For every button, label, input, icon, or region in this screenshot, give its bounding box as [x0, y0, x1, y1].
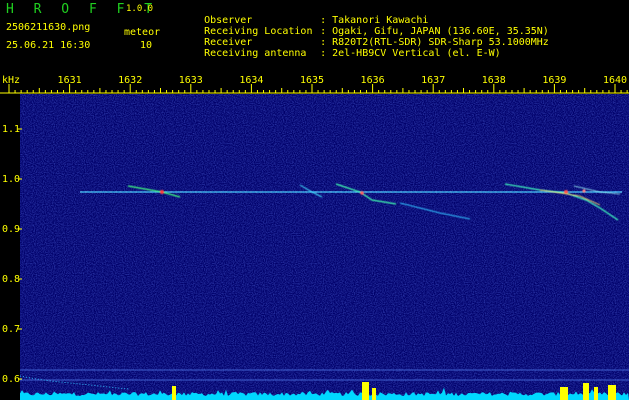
spectrogram-noise: [20, 94, 629, 400]
burst-marker: [583, 383, 589, 400]
meteor-head: [360, 191, 364, 195]
burst-marker: [172, 386, 176, 400]
burst-marker: [372, 388, 376, 400]
freq-tick-label: 1.1: [2, 124, 21, 135]
burst-marker: [362, 382, 369, 400]
hroft-window: { "app": { "brand": "H R O F F T", "vers…: [0, 0, 629, 400]
freq-tick-label: 0.7: [2, 324, 21, 335]
spectrogram[interactable]: [0, 0, 629, 400]
meteor-head: [160, 190, 164, 194]
freq-tick-label: 0.6: [2, 374, 21, 385]
freq-tick-label: 0.8: [2, 274, 21, 285]
burst-marker: [608, 385, 616, 400]
burst-marker: [594, 387, 598, 400]
meteor-head: [582, 189, 586, 193]
freq-tick-label: 0.9: [2, 224, 21, 235]
freq-tick-label: 1.0: [2, 174, 21, 185]
burst-marker: [560, 387, 568, 400]
